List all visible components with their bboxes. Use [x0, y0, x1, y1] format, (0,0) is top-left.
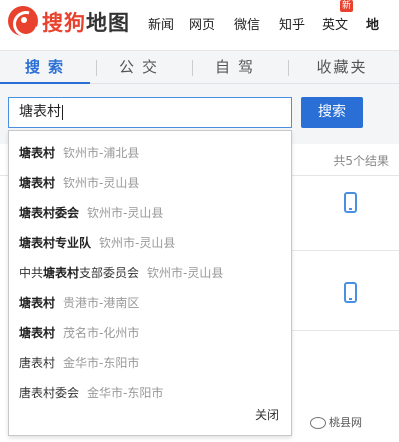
result-divider	[292, 250, 399, 251]
tab-driving[interactable]: 自驾	[196, 51, 280, 84]
results-count: 共5个结果	[333, 154, 389, 168]
suggestion-item[interactable]: 塘表村 茂名市-化州市	[19, 324, 139, 344]
nav-news[interactable]: 新闻	[148, 14, 174, 33]
result-divider	[292, 330, 399, 331]
nav-zhihu[interactable]: 知乎	[279, 14, 305, 33]
watermark-icon	[310, 417, 326, 429]
tab-favorites[interactable]: 收藏夹	[290, 51, 394, 84]
nav-english[interactable]: 英文	[322, 14, 348, 33]
suggestion-item[interactable]: 中共塘表村支部委员会 钦州市-灵山县	[19, 264, 223, 284]
suggestion-item[interactable]: 塘表村 钦州市-浦北县	[19, 144, 139, 164]
new-badge: 新	[340, 0, 354, 12]
phone-icon[interactable]	[344, 192, 357, 213]
tab-search[interactable]: 搜索	[6, 51, 90, 84]
search-input[interactable]: 塘表村	[8, 97, 292, 128]
tab-divider	[96, 60, 97, 76]
suggestion-item[interactable]: 塘表村专业队 钦州市-灵山县	[19, 234, 175, 254]
nav-weixin[interactable]: 微信	[234, 14, 260, 33]
text-caret	[62, 104, 63, 120]
tab-divider	[288, 60, 289, 76]
logo-text[interactable]: 搜狗地图	[42, 7, 130, 37]
nav-web[interactable]: 网页	[189, 14, 215, 33]
nav-map[interactable]: 地	[366, 14, 379, 33]
suggestion-dropdown: 塘表村 钦州市-浦北县 塘表村 钦州市-灵山县 塘表村委会 钦州市-灵山县 塘表村专业…	[8, 130, 292, 436]
suggestion-item[interactable]: 唐表村委会 金华市-东阳市	[19, 384, 163, 404]
tab-divider	[192, 60, 193, 76]
search-button[interactable]: 搜索	[301, 97, 363, 128]
suggestion-item[interactable]: 唐表村 金华市-东阳市	[19, 354, 139, 374]
sogou-logo-icon[interactable]	[8, 6, 38, 36]
watermark: 桃县网	[310, 414, 362, 430]
suggestion-item[interactable]: 塘表村委会 钦州市-灵山县	[19, 204, 163, 224]
close-dropdown-link[interactable]: 关闭	[255, 406, 279, 423]
search-tabs: 搜索 公交 自驾 收藏夹	[0, 50, 399, 85]
suggestion-item[interactable]: 塘表村 钦州市-灵山县	[19, 174, 139, 194]
top-header: 搜狗地图 新闻 网页 微信 知乎 英文 地 新	[0, 0, 399, 44]
phone-icon[interactable]	[344, 282, 357, 303]
tab-transit[interactable]: 公交	[100, 51, 184, 84]
suggestion-item[interactable]: 塘表村 贵港市-港南区	[19, 294, 139, 314]
